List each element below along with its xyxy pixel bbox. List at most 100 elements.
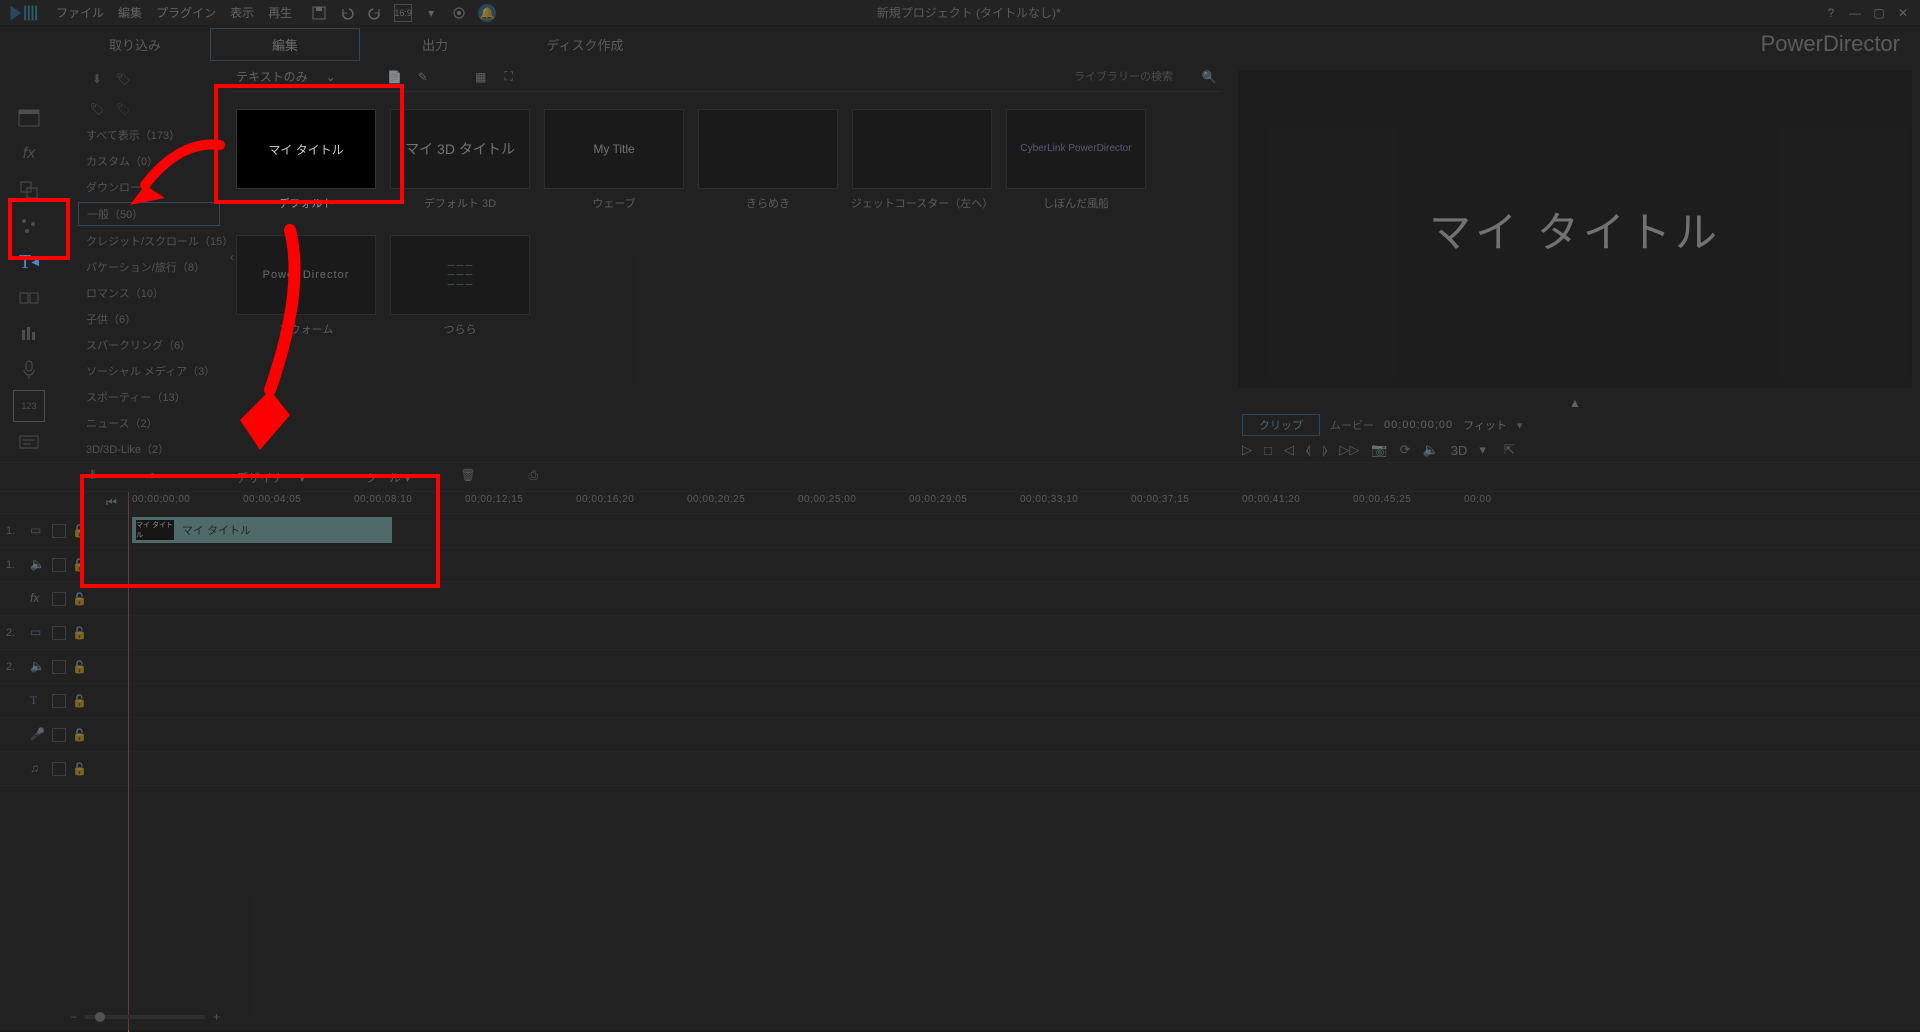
- clock-icon[interactable]: ◔: [148, 468, 166, 486]
- library-filter-dropdown[interactable]: テキストのみ ⌄: [236, 68, 336, 85]
- track-visible-checkbox[interactable]: [52, 592, 66, 606]
- search-input[interactable]: [1074, 71, 1194, 83]
- timeline-track-a2[interactable]: [128, 650, 1920, 684]
- cat-3d[interactable]: 3D/3D-Like（2）: [78, 438, 220, 460]
- thumb-balloon[interactable]: CyberLink PowerDirector しぼんだ風船: [1002, 100, 1150, 220]
- new-title-icon[interactable]: 📄: [386, 68, 404, 86]
- import-icon[interactable]: ⬇: [88, 70, 106, 88]
- timeline-track-title[interactable]: [128, 684, 1920, 718]
- cat-romance[interactable]: ロマンス（10）: [78, 282, 220, 304]
- media-room-icon[interactable]: [13, 102, 45, 134]
- search-icon[interactable]: 🔍: [1200, 68, 1218, 86]
- track-visible-checkbox[interactable]: [52, 728, 66, 742]
- subtitle-icon[interactable]: [13, 426, 45, 458]
- grid-view-icon[interactable]: ▦: [472, 68, 490, 86]
- lock-icon[interactable]: 🔓: [72, 524, 86, 538]
- voice-over-icon[interactable]: [13, 354, 45, 386]
- thumb-wave[interactable]: My Title ウェーブ: [540, 100, 688, 220]
- cat-vacation[interactable]: バケーション/旅行（8）: [78, 256, 220, 278]
- timeline-clip-title[interactable]: マイ タイトル マイ タイトル: [132, 517, 392, 543]
- chevron-down-icon[interactable]: ▾: [1479, 442, 1486, 458]
- cat-custom[interactable]: カスタム（0）: [78, 150, 220, 172]
- close-icon[interactable]: ✕: [1894, 4, 1912, 22]
- timeline-ruler[interactable]: 00;00;00;00 00;00;04;05 00;00;08;10 00;0…: [128, 492, 1920, 514]
- timeline-track-a1[interactable]: [128, 548, 1920, 582]
- tool-dropdown[interactable]: ツール ▾: [365, 469, 410, 486]
- zoom-out-icon[interactable]: −: [70, 1010, 77, 1024]
- zoom-in-icon[interactable]: +: [213, 1010, 220, 1024]
- cat-general[interactable]: 一般（50）: [78, 202, 220, 226]
- thumb-sparkle[interactable]: きらめき: [694, 100, 842, 220]
- track-visible-checkbox[interactable]: [52, 660, 66, 674]
- stop-icon[interactable]: □: [1264, 443, 1272, 458]
- track-visible-checkbox[interactable]: [52, 524, 66, 538]
- tab-capture[interactable]: 取り込み: [60, 29, 210, 60]
- designer-dropdown[interactable]: デザイナー ▾: [236, 469, 305, 486]
- preview-zoom-fit[interactable]: フィット: [1463, 417, 1507, 433]
- lock-icon[interactable]: 🔓: [72, 660, 86, 674]
- expand-icon[interactable]: ⛶: [500, 68, 518, 86]
- menu-play[interactable]: 再生: [268, 4, 292, 21]
- play-icon[interactable]: ▷: [1242, 442, 1252, 458]
- maximize-icon[interactable]: ▢: [1870, 4, 1888, 22]
- thumb-jetcoaster[interactable]: ジェットコースター（左へ）: [848, 100, 996, 220]
- lock-icon[interactable]: 🔓: [72, 694, 86, 708]
- lock-icon[interactable]: 🔓: [72, 592, 86, 606]
- title-room-icon[interactable]: T ◀: [13, 246, 45, 278]
- tag-icon[interactable]: 🏷: [114, 70, 132, 88]
- tab-produce[interactable]: 出力: [360, 29, 510, 60]
- zoom-slider[interactable]: [85, 1015, 205, 1019]
- tab-edit[interactable]: 編集: [210, 28, 360, 61]
- thumb-swarm[interactable]: Power Director スウォーム: [232, 226, 380, 346]
- tag-add-icon[interactable]: 🏷: [88, 100, 106, 118]
- cat-news[interactable]: ニュース（2）: [78, 412, 220, 434]
- undo-icon[interactable]: [338, 4, 356, 22]
- timeline-track-v2[interactable]: [128, 616, 1920, 650]
- next-frame-icon[interactable]: ▷▷: [1339, 442, 1359, 458]
- audio-mix-icon[interactable]: [13, 318, 45, 350]
- preview-mode-movie[interactable]: ムービー: [1330, 417, 1374, 433]
- cat-download[interactable]: ダウンロード: [78, 176, 220, 198]
- popout-icon[interactable]: ⇱: [1504, 442, 1515, 458]
- preview-mode-clip[interactable]: クリップ: [1242, 414, 1320, 436]
- preview-3d-toggle[interactable]: 3D: [1451, 443, 1468, 458]
- lock-icon[interactable]: 🔓: [72, 728, 86, 742]
- notification-bell-icon[interactable]: 🔔: [478, 4, 496, 22]
- cat-sparkling[interactable]: スパークリング（6）: [78, 334, 220, 356]
- split-icon[interactable]: ⎙: [529, 468, 547, 486]
- cat-all[interactable]: すべて表示（173）: [78, 124, 220, 146]
- pip-room-icon[interactable]: [13, 174, 45, 206]
- fx-room-icon[interactable]: fx: [13, 138, 45, 170]
- timeline-track-v1[interactable]: マイ タイトル マイ タイトル: [128, 514, 1920, 548]
- cat-credit[interactable]: クレジット/スクロール（15）: [78, 230, 220, 252]
- timeline-track-voice[interactable]: [128, 718, 1920, 752]
- timeline-body[interactable]: 00;00;00;00 00;00;04;05 00;00;08;10 00;0…: [128, 492, 1920, 1032]
- particle-room-icon[interactable]: [13, 210, 45, 242]
- tab-disc[interactable]: ディスク作成: [510, 29, 660, 60]
- redo-icon[interactable]: [366, 4, 384, 22]
- chevron-down-icon[interactable]: ▾: [422, 4, 440, 22]
- cat-sporty[interactable]: スポーティー（13）: [78, 386, 220, 408]
- thumb-default[interactable]: マイ タイトル デフォルト: [232, 100, 380, 220]
- volume-icon[interactable]: 🔈: [1423, 442, 1439, 458]
- tag-edit-icon[interactable]: 🏷: [114, 100, 132, 118]
- track-visible-checkbox[interactable]: [52, 626, 66, 640]
- cat-kids[interactable]: 子供（6）: [78, 308, 220, 330]
- lock-icon[interactable]: 🔓: [72, 558, 86, 572]
- menu-edit[interactable]: 編集: [118, 4, 142, 21]
- lock-icon[interactable]: 🔓: [72, 762, 86, 776]
- timeline-track-fx[interactable]: [128, 582, 1920, 616]
- aspect-ratio-icon[interactable]: 16:9: [394, 4, 412, 22]
- menu-view[interactable]: 表示: [230, 4, 254, 21]
- prev-frame-icon[interactable]: ◁: [1284, 442, 1294, 458]
- thumb-default-3d[interactable]: マイ 3D タイトル デフォルト 3D: [386, 100, 534, 220]
- help-icon[interactable]: ?: [1822, 4, 1840, 22]
- collapse-icon[interactable]: ⦀: [90, 468, 108, 486]
- timeline-track-music[interactable]: [128, 752, 1920, 786]
- lock-icon[interactable]: 🔓: [72, 626, 86, 640]
- trash-icon[interactable]: 🗑: [461, 468, 479, 486]
- edit-title-icon[interactable]: ✎: [414, 68, 432, 86]
- loop-icon[interactable]: ⟳: [1400, 442, 1411, 458]
- snapshot-icon[interactable]: 📷: [1371, 442, 1387, 458]
- transition-room-icon[interactable]: [13, 282, 45, 314]
